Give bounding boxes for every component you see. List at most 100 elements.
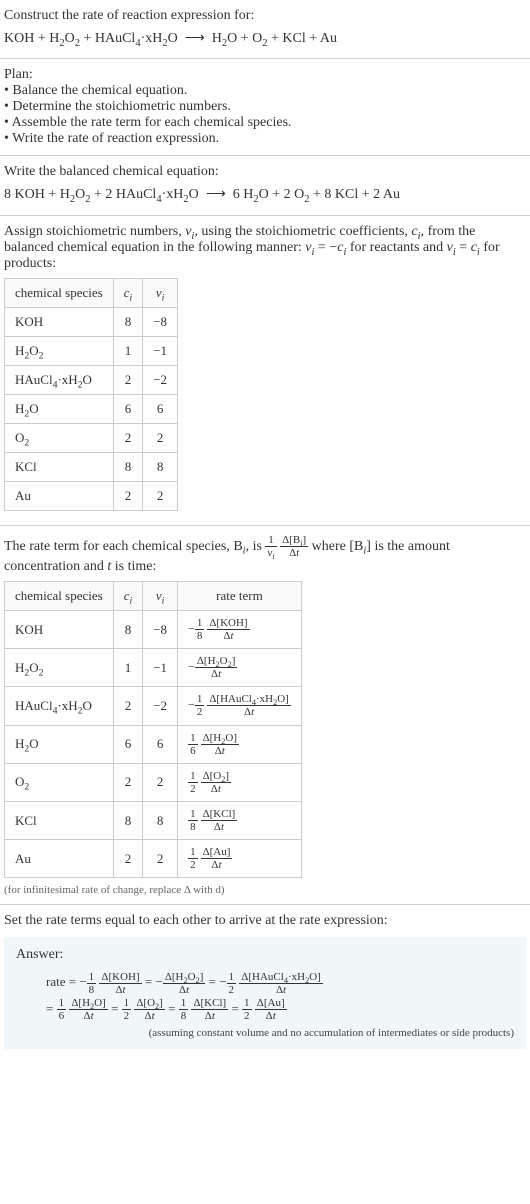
plan-item: Write the rate of reaction expression.	[4, 131, 526, 147]
cell-species: H2O	[5, 725, 114, 763]
table-row: HAuCl4·xH2O2−2−12 Δ[HAuCl4·xH2O]Δt	[5, 687, 302, 725]
cell-ci: 2	[113, 840, 143, 878]
answer-note: (assuming constant volume and no accumul…	[16, 1027, 514, 1039]
plan-list: Balance the chemical equation. Determine…	[4, 83, 526, 147]
rate-term-intro: The rate term for each chemical species,…	[4, 534, 526, 575]
col-rate-term: rate term	[178, 581, 302, 610]
rate-term-table: chemical species ci νi rate term KOH8−8−…	[4, 581, 302, 878]
cell-species: H2O	[5, 394, 114, 423]
cell-species: KOH	[5, 610, 114, 648]
final-intro: Set the rate terms equal to each other t…	[4, 913, 526, 929]
cell-species: O2	[5, 423, 114, 452]
final-section: Set the rate terms equal to each other t…	[0, 905, 530, 1056]
cell-species: O2	[5, 763, 114, 801]
plan-item: Determine the stoichiometric numbers.	[4, 99, 526, 115]
cell-vi: 2	[143, 840, 178, 878]
table-row: KOH8−8−18 Δ[KOH]Δt	[5, 610, 302, 648]
col-ci: ci	[113, 581, 143, 610]
cell-ci: 2	[113, 687, 143, 725]
plan-item: Balance the chemical equation.	[4, 83, 526, 99]
balanced-equation: 8 KOH + H2O2 + 2 HAuCl4·xH2O ⟶ 6 H2O + 2…	[4, 184, 526, 206]
plan-title: Plan:	[4, 67, 526, 83]
prompt-section: Construct the rate of reaction expressio…	[0, 0, 530, 59]
table-row: HAuCl4·xH2O2−2	[5, 365, 178, 394]
cell-vi: 2	[143, 481, 178, 510]
cell-species: H2O2	[5, 649, 114, 687]
cell-ci: 6	[113, 394, 143, 423]
stoich-table: chemical species ci νi KOH8−8 H2O21−1 HA…	[4, 278, 178, 511]
table-row: O22212 Δ[O2]Δt	[5, 763, 302, 801]
cell-rate: 18 Δ[KCl]Δt	[178, 801, 302, 839]
table-row: H2O6616 Δ[H2O]Δt	[5, 725, 302, 763]
col-species: chemical species	[5, 581, 114, 610]
cell-species: H2O2	[5, 336, 114, 365]
table-row: H2O21−1−Δ[H2O2]Δt	[5, 649, 302, 687]
cell-species: KCl	[5, 452, 114, 481]
cell-rate: −12 Δ[HAuCl4·xH2O]Δt	[178, 687, 302, 725]
table-row: H2O21−1	[5, 336, 178, 365]
cell-vi: −8	[143, 307, 178, 336]
cell-vi: 8	[143, 452, 178, 481]
stoich-section: Assign stoichiometric numbers, νi, using…	[0, 216, 530, 526]
col-species: chemical species	[5, 278, 114, 307]
table-row: KCl8818 Δ[KCl]Δt	[5, 801, 302, 839]
cell-vi: 8	[143, 801, 178, 839]
cell-ci: 8	[113, 452, 143, 481]
unbalanced-equation: KOH + H2O2 + HAuCl4·xH2O ⟶ H2O + O2 + KC…	[4, 28, 526, 50]
cell-rate: −Δ[H2O2]Δt	[178, 649, 302, 687]
cell-vi: −8	[143, 610, 178, 648]
cell-ci: 1	[113, 336, 143, 365]
cell-vi: 6	[143, 725, 178, 763]
table-row: KOH8−8	[5, 307, 178, 336]
cell-ci: 8	[113, 307, 143, 336]
cell-ci: 2	[113, 423, 143, 452]
cell-ci: 2	[113, 365, 143, 394]
cell-vi: −2	[143, 365, 178, 394]
col-ci: ci	[113, 278, 143, 307]
col-vi: νi	[143, 581, 178, 610]
cell-vi: 6	[143, 394, 178, 423]
cell-species: KCl	[5, 801, 114, 839]
table-header-row: chemical species ci νi	[5, 278, 178, 307]
cell-species: Au	[5, 840, 114, 878]
cell-species: HAuCl4·xH2O	[5, 365, 114, 394]
cell-species: HAuCl4·xH2O	[5, 687, 114, 725]
answer-line2: = 16 Δ[H2O]Δt = 12 Δ[O2]Δt = 18 Δ[KCl]Δt…	[46, 996, 514, 1023]
table-row: H2O66	[5, 394, 178, 423]
col-vi: νi	[143, 278, 178, 307]
cell-rate: 12 Δ[Au]Δt	[178, 840, 302, 878]
rate-term-section: The rate term for each chemical species,…	[0, 526, 530, 906]
table-row: Au2212 Δ[Au]Δt	[5, 840, 302, 878]
cell-vi: 2	[143, 763, 178, 801]
table-header-row: chemical species ci νi rate term	[5, 581, 302, 610]
plan-section: Plan: Balance the chemical equation. Det…	[0, 59, 530, 156]
table-row: Au22	[5, 481, 178, 510]
cell-ci: 1	[113, 649, 143, 687]
cell-species: KOH	[5, 307, 114, 336]
cell-rate: 16 Δ[H2O]Δt	[178, 725, 302, 763]
cell-ci: 2	[113, 763, 143, 801]
plan-item: Assemble the rate term for each chemical…	[4, 115, 526, 131]
cell-ci: 2	[113, 481, 143, 510]
cell-ci: 6	[113, 725, 143, 763]
table-row: KCl88	[5, 452, 178, 481]
cell-vi: 2	[143, 423, 178, 452]
prompt-title: Construct the rate of reaction expressio…	[4, 8, 526, 24]
cell-species: Au	[5, 481, 114, 510]
infinitesimal-note: (for infinitesimal rate of change, repla…	[4, 884, 526, 896]
answer-label: Answer:	[16, 947, 514, 963]
answer-box: Answer: rate = −18 Δ[KOH]Δt = −Δ[H2O2]Δt…	[4, 937, 526, 1048]
answer-line1: rate = −18 Δ[KOH]Δt = −Δ[H2O2]Δt = −12 Δ…	[46, 969, 514, 996]
table-row: O222	[5, 423, 178, 452]
cell-rate: −18 Δ[KOH]Δt	[178, 610, 302, 648]
cell-ci: 8	[113, 801, 143, 839]
cell-ci: 8	[113, 610, 143, 648]
cell-vi: −2	[143, 687, 178, 725]
stoich-intro: Assign stoichiometric numbers, νi, using…	[4, 224, 526, 272]
cell-vi: −1	[143, 649, 178, 687]
answer-body: rate = −18 Δ[KOH]Δt = −Δ[H2O2]Δt = −12 Δ…	[16, 969, 514, 1022]
cell-vi: −1	[143, 336, 178, 365]
balanced-title: Write the balanced chemical equation:	[4, 164, 526, 180]
cell-rate: 12 Δ[O2]Δt	[178, 763, 302, 801]
balanced-section: Write the balanced chemical equation: 8 …	[0, 156, 530, 215]
